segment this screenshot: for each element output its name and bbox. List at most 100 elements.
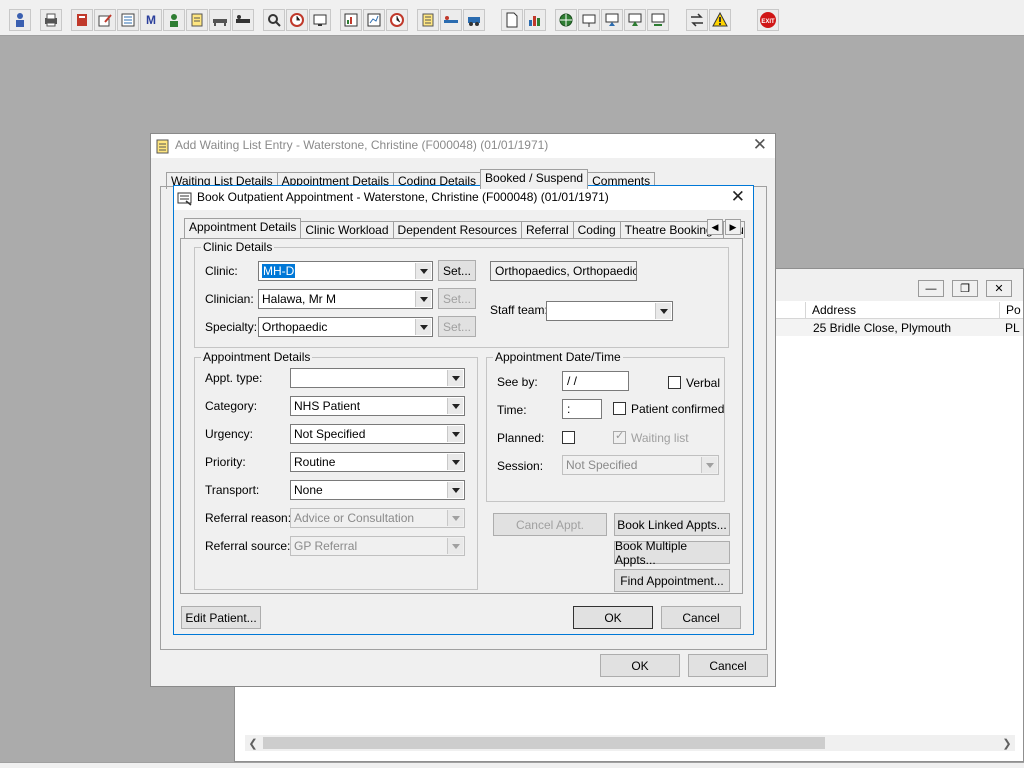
set-specialty-button[interactable]: Set... xyxy=(438,316,476,337)
specialty-combo[interactable]: Orthopaedic xyxy=(258,317,433,337)
close-icon[interactable]: ✕ xyxy=(731,188,745,206)
inner-ok-button[interactable]: OK xyxy=(573,606,653,629)
tab-scroll-right-icon[interactable]: ▶ xyxy=(725,219,741,235)
time-input[interactable]: : xyxy=(562,399,602,419)
cancel-appt-button[interactable]: Cancel Appt. xyxy=(493,513,607,536)
outer-dialog-title: Add Waiting List Entry - Waterstone, Chr… xyxy=(175,138,549,152)
chart-icon[interactable] xyxy=(340,9,362,31)
exit-icon[interactable]: EXIT xyxy=(757,9,779,31)
clock-icon[interactable] xyxy=(286,9,308,31)
chevron-down-icon[interactable] xyxy=(447,482,463,498)
globe-icon[interactable] xyxy=(555,9,577,31)
ward-alt-icon[interactable] xyxy=(232,9,254,31)
referral-source-combo[interactable]: GP Referral xyxy=(290,536,465,556)
referral-reason-combo[interactable]: Advice or Consultation xyxy=(290,508,465,528)
planned-checkbox[interactable] xyxy=(562,431,575,444)
session-combo[interactable]: Not Specified xyxy=(562,455,719,475)
document-chart-icon[interactable] xyxy=(363,9,385,31)
category-combo[interactable]: NHS Patient xyxy=(290,396,465,416)
book-icon[interactable] xyxy=(71,9,93,31)
appt-type-combo[interactable] xyxy=(290,368,465,388)
waiting-list-label: Waiting list xyxy=(631,431,689,445)
postcode-cell: PL xyxy=(1005,321,1020,335)
scrollbar-thumb[interactable] xyxy=(263,737,825,749)
see-by-date-input[interactable]: / / xyxy=(562,371,629,391)
scroll-right-icon[interactable]: ❯ xyxy=(999,735,1015,751)
transfer-icon[interactable] xyxy=(686,9,708,31)
chevron-down-icon[interactable] xyxy=(655,303,671,319)
chevron-down-icon[interactable] xyxy=(447,398,463,414)
magnifier-icon[interactable] xyxy=(263,9,285,31)
horizontal-scrollbar[interactable]: ❮ ❯ xyxy=(245,735,1015,751)
flag-up-icon[interactable] xyxy=(624,9,646,31)
tab-booked-suspend[interactable]: Booked / Suspend xyxy=(480,169,589,189)
transport-icon[interactable] xyxy=(463,9,485,31)
clinic-details-label: Clinic Details xyxy=(201,240,275,254)
status-bar xyxy=(0,762,1024,768)
list-icon[interactable] xyxy=(117,9,139,31)
patient-confirmed-checkbox[interactable] xyxy=(613,402,626,415)
staff-team-label: Staff team: xyxy=(490,303,548,317)
clinic-combo[interactable]: MH-D xyxy=(258,261,433,281)
chevron-down-icon xyxy=(447,510,463,526)
chevron-down-icon[interactable] xyxy=(447,454,463,470)
edit-icon[interactable] xyxy=(94,9,116,31)
bar-chart-icon[interactable] xyxy=(524,9,546,31)
outer-ok-button[interactable]: OK xyxy=(600,654,680,677)
column-header-address[interactable]: Address xyxy=(805,302,1005,319)
close-icon[interactable]: ✕ xyxy=(753,136,767,154)
outer-cancel-button[interactable]: Cancel xyxy=(688,654,768,677)
edit-patient-button[interactable]: Edit Patient... xyxy=(181,606,261,629)
ward-icon[interactable] xyxy=(209,9,231,31)
scroll-left-icon[interactable]: ❮ xyxy=(245,735,261,751)
urgency-label: Urgency: xyxy=(205,427,254,441)
tab-dependent-resources[interactable]: Dependent Resources xyxy=(392,221,522,238)
printer-icon[interactable] xyxy=(40,9,62,31)
set-clinician-button[interactable]: Set... xyxy=(438,288,476,309)
restore-button[interactable]: ❐ xyxy=(952,280,978,297)
minimize-button[interactable]: — xyxy=(918,280,944,297)
flag-down-icon[interactable] xyxy=(601,9,623,31)
chevron-down-icon[interactable] xyxy=(415,291,431,307)
staff-team-combo[interactable] xyxy=(546,301,673,321)
urgency-combo[interactable]: Not Specified xyxy=(290,424,465,444)
inner-cancel-button[interactable]: Cancel xyxy=(661,606,741,629)
clinician-combo[interactable]: Halawa, Mr M xyxy=(258,289,433,309)
tab-appointment-details[interactable]: Appointment Details xyxy=(184,218,302,238)
appointment-book-icon xyxy=(177,192,192,206)
monitor-icon[interactable] xyxy=(309,9,331,31)
chevron-down-icon[interactable] xyxy=(447,426,463,442)
memo-icon[interactable] xyxy=(417,9,439,31)
find-appointment-button[interactable]: Find Appointment... xyxy=(614,569,730,592)
notes-icon xyxy=(156,139,169,154)
person-icon[interactable] xyxy=(163,9,185,31)
chevron-down-icon[interactable] xyxy=(415,319,431,335)
referral-reason-label: Referral reason: xyxy=(205,511,292,525)
flag-swap-icon[interactable] xyxy=(647,9,669,31)
page-icon[interactable] xyxy=(501,9,523,31)
tab-clinic-workload[interactable]: Clinic Workload xyxy=(300,221,394,238)
book-linked-appts-button[interactable]: Book Linked Appts... xyxy=(614,513,730,536)
notes-icon[interactable] xyxy=(186,9,208,31)
tab-scroll-left-icon[interactable]: ◀ xyxy=(707,219,723,235)
bed-icon[interactable] xyxy=(440,9,462,31)
user-icon[interactable] xyxy=(9,9,31,31)
tab-coding[interactable]: Coding xyxy=(572,221,621,238)
see-by-label: See by: xyxy=(497,375,538,389)
verbal-checkbox[interactable] xyxy=(668,376,681,389)
book-multiple-appts-button[interactable]: Book Multiple Appts... xyxy=(614,539,730,567)
set-clinic-button[interactable]: Set... xyxy=(438,260,476,281)
column-header-postcode[interactable]: Po xyxy=(999,302,1024,319)
appointment-datetime-label: Appointment Date/Time xyxy=(493,350,623,364)
tab-referral[interactable]: Referral xyxy=(520,221,574,238)
m-letter-icon[interactable]: M xyxy=(140,9,162,31)
clock-alt-icon[interactable] xyxy=(386,9,408,31)
warning-icon[interactable] xyxy=(709,9,731,31)
chevron-down-icon[interactable] xyxy=(447,370,463,386)
close-button[interactable]: ✕ xyxy=(986,280,1012,297)
priority-combo[interactable]: Routine xyxy=(290,452,465,472)
clinician-label: Clinician: xyxy=(205,292,254,306)
transport-combo[interactable]: None xyxy=(290,480,465,500)
flag-icon[interactable] xyxy=(578,9,600,31)
chevron-down-icon[interactable] xyxy=(415,263,431,279)
